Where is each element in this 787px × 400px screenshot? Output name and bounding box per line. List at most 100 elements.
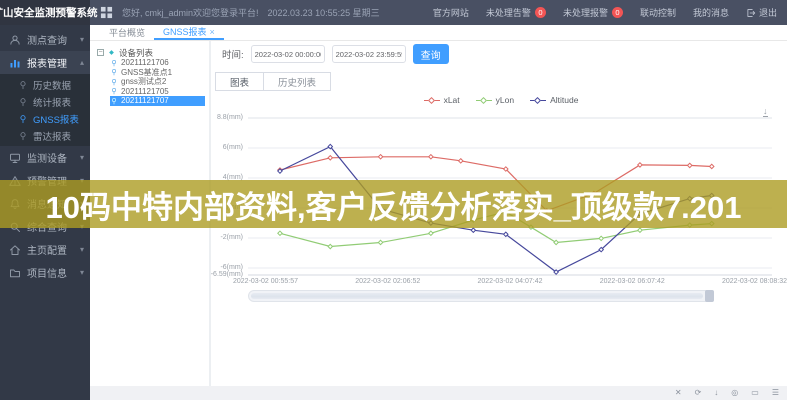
close-icon[interactable]: ✕ bbox=[675, 389, 682, 397]
page-tab[interactable]: 平台概览 bbox=[100, 25, 154, 40]
greeting-text: 您好, cmkj_admin欢迎您登录平台! bbox=[122, 6, 259, 19]
chevron-up-icon: ▴ bbox=[80, 58, 84, 67]
sidebar-subitem-label: 雷达报表 bbox=[33, 129, 71, 143]
sidebar-item[interactable]: 项目信息▾ bbox=[0, 261, 90, 284]
navbar-item[interactable]: 退出 bbox=[746, 6, 777, 19]
x-tick-label: 2022-03-02 04:07:42 bbox=[478, 278, 543, 285]
x-tick-label: 2022-03-02 08:08:32 bbox=[722, 278, 787, 285]
pin-icon bbox=[110, 87, 118, 95]
tree-node-label: 20211121707 bbox=[121, 96, 169, 105]
datetime-text: 2022.03.23 10:55:25 星期三 bbox=[268, 6, 380, 19]
pin-icon bbox=[110, 68, 118, 76]
navbar-left: 您好, cmkj_admin欢迎您登录平台! 2022.03.23 10:55:… bbox=[100, 6, 380, 19]
start-datetime-input[interactable] bbox=[251, 45, 325, 63]
sidebar-item-label: 项目信息 bbox=[27, 265, 80, 280]
sidebar-subitem[interactable]: 统计报表 bbox=[0, 93, 90, 110]
sidebar-subitem-label: 历史数据 bbox=[33, 78, 71, 92]
view-tab[interactable]: 历史列表 bbox=[264, 72, 331, 91]
overlay-ad-banner: 10码中特内部资料,客户反馈分析落实_顶级款7.201 bbox=[0, 180, 787, 228]
tree-node[interactable]: 20211121705 bbox=[110, 87, 205, 97]
y-tick-label: 6(mm) bbox=[223, 144, 243, 151]
close-icon[interactable]: × bbox=[210, 27, 215, 37]
query-toolbar: 时间: 查询 bbox=[222, 44, 449, 64]
tree-node[interactable]: gnss测试点2 bbox=[110, 77, 205, 87]
view-tab-label: 图表 bbox=[230, 75, 249, 89]
sidebar-subitem[interactable]: 历史数据 bbox=[0, 76, 90, 93]
sidebar-subitem-label: 统计报表 bbox=[33, 95, 71, 109]
footer-bar: ✕ ⟳ ↓ ◎ ▭ ☰ bbox=[90, 386, 787, 400]
alert-count-badge: 0 bbox=[612, 7, 623, 18]
window-icon[interactable]: ▭ bbox=[751, 389, 759, 397]
navbar-item[interactable]: 未处理报警0 bbox=[563, 6, 623, 19]
monitor-icon bbox=[9, 152, 21, 164]
sidebar-item[interactable]: 测点查询▾ bbox=[0, 28, 90, 51]
page-tab[interactable]: GNSS报表× bbox=[154, 25, 224, 40]
tree-node[interactable]: 20211121707 bbox=[110, 96, 205, 106]
navbar-right: 官方网站未处理告警0未处理报警0联动控制我的消息退出 bbox=[433, 6, 787, 19]
x-tick-label: 2022-03-02 06:07:42 bbox=[600, 278, 665, 285]
sidebar-item-label: 报表管理 bbox=[27, 55, 80, 70]
legend-item[interactable]: yLon bbox=[476, 95, 514, 105]
tree-node-label: 20211121705 bbox=[121, 87, 169, 96]
sidebar-subitem[interactable]: 雷达报表 bbox=[0, 127, 90, 144]
pin-icon bbox=[110, 97, 118, 105]
app-logo-title: 矿山安全监测预警系统 bbox=[0, 0, 90, 25]
navbar-item-label: 官方网站 bbox=[433, 6, 469, 19]
pin-icon bbox=[18, 114, 28, 124]
logout-icon bbox=[746, 8, 756, 18]
menu-icon[interactable]: ☰ bbox=[772, 389, 779, 397]
diamond-icon bbox=[107, 48, 116, 57]
tree-root-label: 设备列表 bbox=[119, 47, 153, 59]
x-tick-label: 2022-03-02 00:55:57 bbox=[233, 278, 298, 285]
datazoom-slider[interactable] bbox=[248, 290, 714, 302]
pin-icon bbox=[18, 80, 28, 90]
user-icon bbox=[9, 34, 21, 46]
navbar-item[interactable]: 未处理告警 0 bbox=[486, 6, 546, 19]
legend-item[interactable]: xLat bbox=[424, 95, 460, 105]
chart-legend: xLat yLon Altitude bbox=[215, 95, 787, 105]
datazoom-fill bbox=[251, 293, 703, 299]
download-icon[interactable]: ↓ bbox=[714, 389, 718, 397]
alert-count-badge: 0 bbox=[535, 7, 546, 18]
diamond-marker-icon bbox=[476, 97, 492, 104]
navbar-item[interactable]: 我的消息 bbox=[693, 6, 729, 19]
refresh-icon[interactable]: ⟳ bbox=[695, 389, 702, 397]
tree-expander-icon[interactable]: − bbox=[97, 49, 104, 56]
end-datetime-input[interactable] bbox=[332, 45, 406, 63]
time-label: 时间: bbox=[222, 47, 244, 61]
app-window: 矿山安全监测预警系统 您好, cmkj_admin欢迎您登录平台! 2022.0… bbox=[0, 0, 787, 400]
sidebar-item[interactable]: 报表管理▴ bbox=[0, 51, 90, 74]
tab-strip: 平台概览GNSS报表× bbox=[90, 25, 787, 41]
pin-icon bbox=[18, 97, 28, 107]
sidebar-item-label: 监测设备 bbox=[27, 150, 80, 165]
tree-nodes: 20211121706GNSS基准点1gnss测试点22021112170520… bbox=[97, 58, 205, 106]
navbar-item[interactable]: 联动控制 bbox=[640, 6, 676, 19]
legend-item[interactable]: Altitude bbox=[530, 95, 578, 105]
tree-root[interactable]: − 设备列表 bbox=[97, 47, 205, 58]
chevron-down-icon: ▾ bbox=[80, 268, 84, 277]
legend-label: Altitude bbox=[550, 95, 578, 105]
target-icon[interactable]: ◎ bbox=[731, 389, 738, 397]
query-button[interactable]: 查询 bbox=[413, 44, 449, 64]
y-axis-min-label: -6.59(mm) bbox=[211, 271, 243, 278]
navbar-item-label: 退出 bbox=[759, 6, 777, 19]
sidebar-item-label: 测点查询 bbox=[27, 32, 80, 47]
sidebar-item[interactable]: 主页配置▾ bbox=[0, 238, 90, 261]
overlay-ad-text: 10码中特内部资料,客户反馈分析落实_顶级款7.201 bbox=[46, 182, 742, 227]
sidebar-submenu: 历史数据统计报表GNSS报表雷达报表 bbox=[0, 74, 90, 146]
y-tick-label: -2(mm) bbox=[220, 234, 243, 241]
home-icon bbox=[9, 244, 21, 256]
view-tab[interactable]: 图表 bbox=[215, 72, 264, 91]
chevron-down-icon: ▾ bbox=[80, 245, 84, 254]
datazoom-handle[interactable] bbox=[705, 290, 714, 302]
diamond-marker-icon bbox=[424, 97, 440, 104]
chart-icon bbox=[9, 57, 21, 69]
chevron-down-icon: ▾ bbox=[80, 35, 84, 44]
sidebar-item[interactable]: 监测设备▾ bbox=[0, 146, 90, 169]
page-tab-label: GNSS报表 bbox=[163, 25, 207, 38]
sidebar-subitem[interactable]: GNSS报表 bbox=[0, 110, 90, 127]
navbar-item[interactable]: 官方网站 bbox=[433, 6, 469, 19]
apps-grid-icon[interactable] bbox=[100, 6, 113, 19]
legend-label: yLon bbox=[496, 95, 514, 105]
navbar-item-label: 未处理告警 bbox=[486, 6, 531, 19]
